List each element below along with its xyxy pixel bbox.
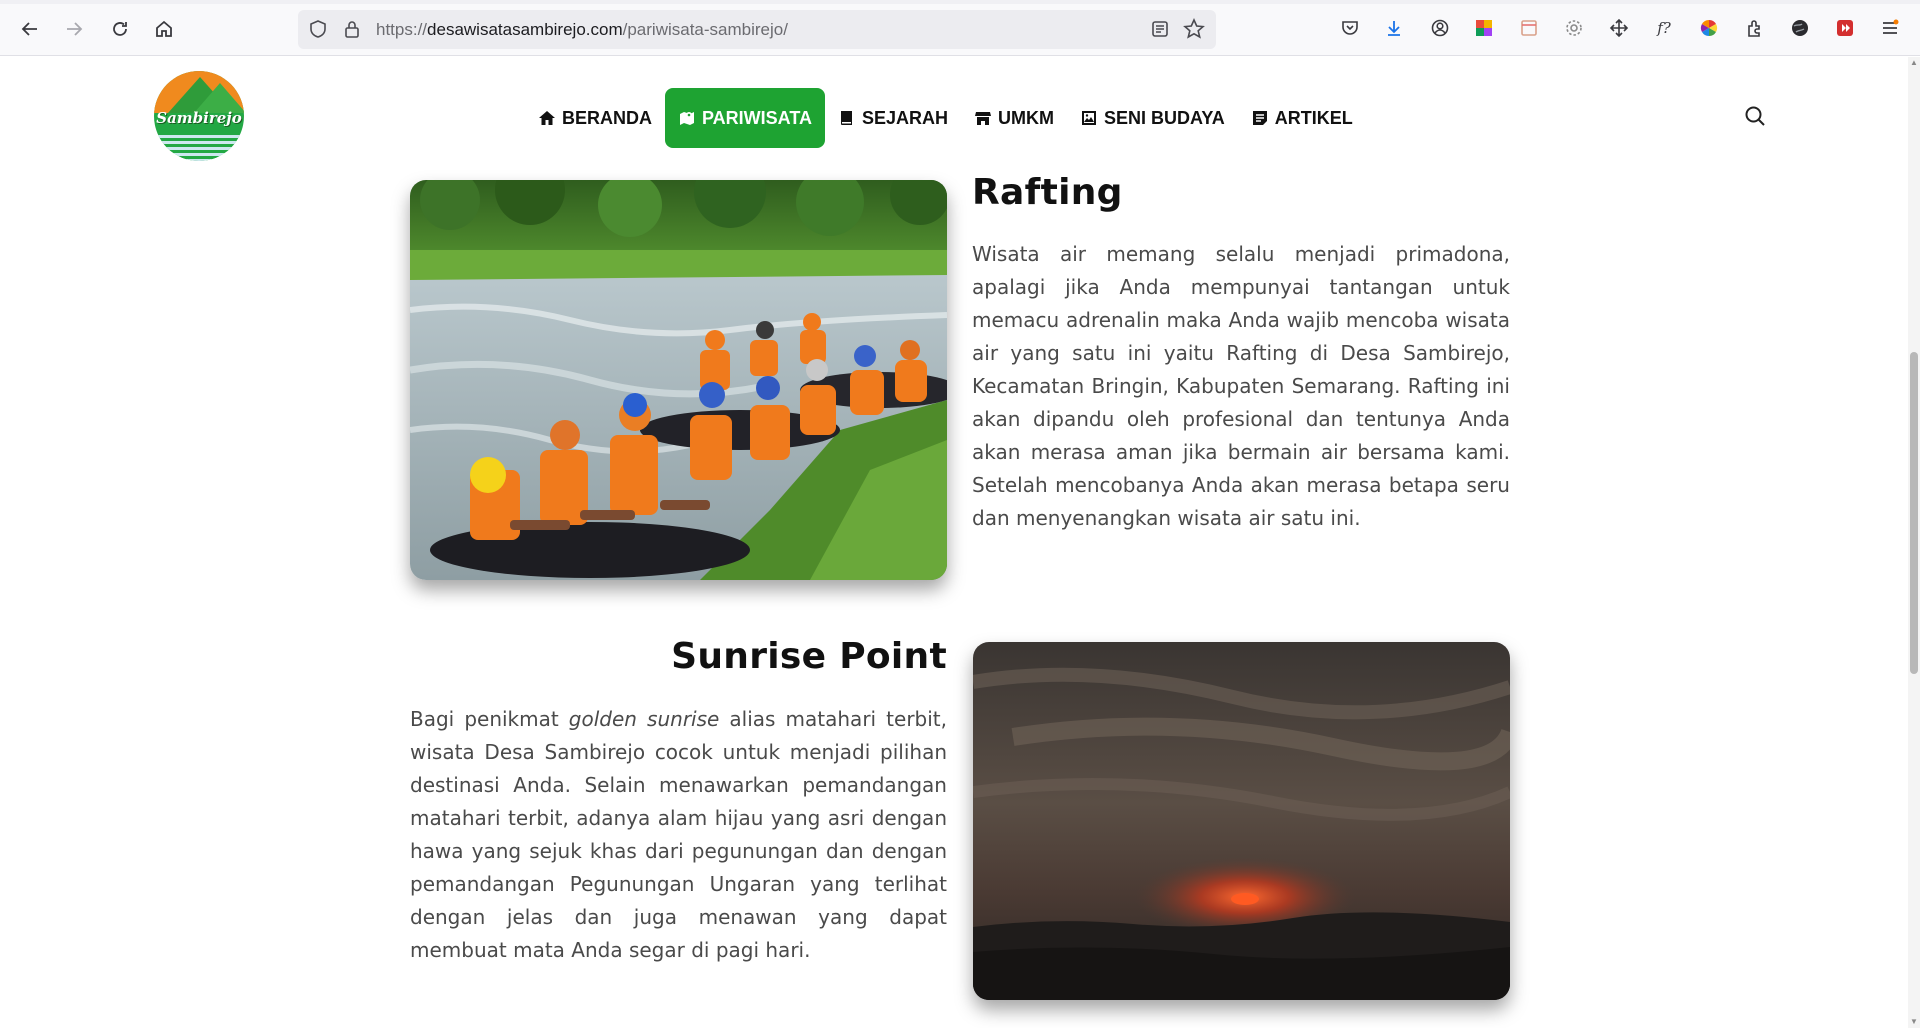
url-path: /pariwisata-sambirejo/	[622, 20, 788, 39]
sunrise-text-rest: alias matahari terbit, wisata Desa Sambi…	[410, 707, 948, 962]
extensions-puzzle-icon[interactable]	[1744, 17, 1766, 39]
url-domain: desawisatasambirejo.com	[427, 20, 623, 39]
address-bar[interactable]: https://desawisatasambirejo.com/pariwisa…	[298, 10, 1216, 49]
forward-button[interactable]	[58, 13, 90, 45]
search-icon[interactable]	[1744, 105, 1770, 131]
tab-strip	[0, 0, 1920, 4]
article-icon	[1251, 109, 1269, 127]
home-button[interactable]	[148, 13, 180, 45]
sunrise-description: Bagi penikmat golden sunrise alias matah…	[410, 703, 947, 967]
move-extension-icon[interactable]	[1608, 17, 1630, 39]
reader-view-icon[interactable]	[1150, 19, 1170, 39]
nav-label: PARIWISATA	[702, 107, 812, 128]
map-icon	[678, 109, 696, 127]
rafting-title: Rafting	[972, 172, 1123, 213]
font-finder-icon[interactable]: f?	[1653, 17, 1675, 39]
media-extension-icon[interactable]	[1834, 17, 1856, 39]
nav-label: UMKM	[998, 107, 1055, 128]
image-icon	[1080, 109, 1098, 127]
store-icon	[974, 109, 992, 127]
gear-extension-icon[interactable]	[1563, 17, 1585, 39]
nav-label: ARTIKEL	[1274, 107, 1353, 128]
account-icon[interactable]	[1429, 17, 1451, 39]
globe-extension-icon[interactable]	[1789, 17, 1811, 39]
color-extension-icon[interactable]	[1473, 17, 1495, 39]
nav-item-beranda[interactable]: BERANDA	[525, 88, 665, 148]
menu-icon[interactable]	[1879, 17, 1901, 39]
back-button[interactable]	[14, 13, 46, 45]
nav-label: BERANDA	[562, 107, 652, 128]
lock-icon[interactable]	[342, 19, 362, 39]
scroll-up-arrow-icon[interactable]: ▲	[1910, 59, 1918, 67]
page-scrollbar[interactable]: ▲ ▼	[1908, 57, 1920, 1028]
home-icon	[538, 109, 556, 127]
nav-item-pariwisata[interactable]: PARIWISATA	[665, 88, 825, 148]
downloads-icon[interactable]	[1383, 17, 1405, 39]
site-header: Sambirejo BERANDA PARIWISATA SEJARAH UMK…	[0, 57, 1908, 177]
color-wheel-icon[interactable]	[1698, 17, 1720, 39]
bookmark-star-icon[interactable]	[1183, 18, 1205, 40]
pocket-icon[interactable]	[1339, 17, 1361, 39]
nav-label: SEJARAH	[862, 107, 949, 128]
nav-item-seni-budaya[interactable]: SENI BUDAYA	[1067, 88, 1238, 148]
logo-text: Sambirejo	[156, 109, 242, 127]
sunrise-title: Sunrise Point	[671, 636, 947, 677]
url-prefix: https://	[376, 20, 428, 39]
rafting-photo	[410, 180, 947, 580]
main-navigation: BERANDA PARIWISATA SEJARAH UMKM SENI BUD…	[525, 88, 1366, 148]
book-icon	[838, 109, 856, 127]
logo-water	[154, 135, 244, 161]
scroll-down-arrow-icon[interactable]: ▼	[1910, 1018, 1918, 1026]
sunrise-photo	[973, 642, 1510, 1000]
nav-item-sejarah[interactable]: SEJARAH	[825, 88, 961, 148]
tracking-protection-shield-icon[interactable]	[308, 19, 328, 39]
scroll-thumb[interactable]	[1910, 352, 1918, 674]
nav-label: SENI BUDAYA	[1104, 107, 1225, 128]
url-text[interactable]: https://desawisatasambirejo.com/pariwisa…	[376, 20, 788, 40]
site-logo[interactable]: Sambirejo	[154, 71, 244, 161]
rafting-description: Wisata air memang selalu menjadi primado…	[972, 242, 1510, 530]
sunrise-text-intro: Bagi penikmat	[410, 707, 569, 731]
browser-toolbar: https://desawisatasambirejo.com/pariwisa…	[0, 0, 1920, 56]
nav-item-umkm[interactable]: UMKM	[961, 88, 1067, 148]
reload-button[interactable]	[104, 13, 136, 45]
window-extension-icon[interactable]	[1518, 17, 1540, 39]
nav-item-artikel[interactable]: ARTIKEL	[1238, 88, 1366, 148]
sunrise-text-emphasis: golden sunrise	[568, 707, 720, 731]
